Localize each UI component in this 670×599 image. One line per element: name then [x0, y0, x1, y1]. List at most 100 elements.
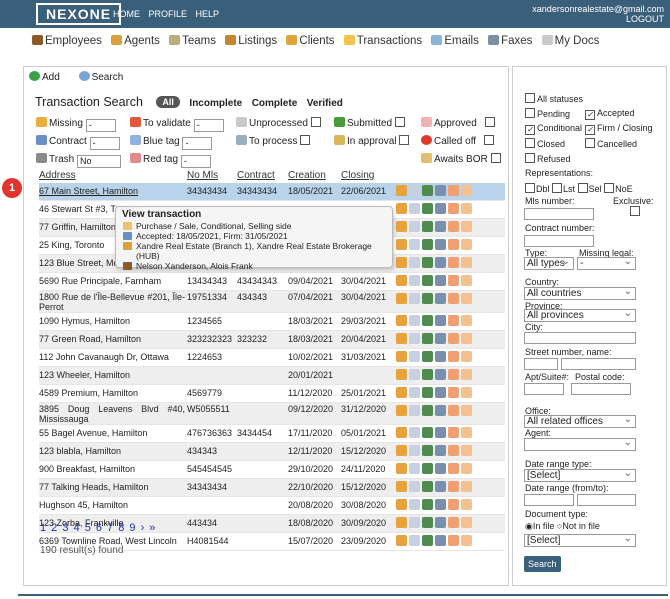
nav-home[interactable]: HOME [113, 9, 140, 19]
approve-icon[interactable] [422, 203, 433, 214]
cell-address[interactable]: 55 Bagel Avenue, Hamilton [39, 425, 185, 442]
status-cancelled[interactable]: Cancelled [585, 138, 637, 149]
approve-icon[interactable] [422, 293, 433, 304]
contract-icon[interactable] [409, 257, 420, 268]
all-statuses-checkbox[interactable] [525, 93, 535, 103]
print-icon[interactable] [435, 203, 446, 214]
table-row[interactable]: 3895 Doug Leavens Blvd #40, Mississauga W… [39, 403, 505, 425]
document-icon[interactable] [396, 481, 407, 492]
alert-icon[interactable] [448, 203, 459, 214]
tag-icon[interactable] [461, 257, 472, 268]
alert-icon[interactable] [448, 535, 459, 546]
document-icon[interactable] [396, 517, 407, 528]
contract-icon[interactable] [409, 405, 420, 416]
approve-icon[interactable] [422, 369, 433, 380]
print-icon[interactable] [435, 257, 446, 268]
sel-checkbox[interactable] [577, 183, 588, 193]
print-icon[interactable] [435, 275, 446, 286]
pagination[interactable]: 1 2 3 4 5 6 7 8 9 › » [40, 522, 156, 534]
document-icon[interactable] [396, 239, 407, 250]
cell-address[interactable]: 123 Wheeler, Hamilton [39, 367, 185, 384]
status-conditional[interactable]: ✓ Conditional [525, 123, 582, 135]
tag-icon[interactable] [461, 517, 472, 528]
alert-icon[interactable] [448, 481, 459, 492]
approve-icon[interactable] [422, 185, 433, 196]
status-firm-closing[interactable]: ✓ Firm / Closing [585, 123, 653, 135]
approve-icon[interactable] [422, 351, 433, 362]
postal-input[interactable] [571, 383, 631, 395]
submitted-checkbox[interactable] [395, 117, 406, 127]
in-file-radio[interactable]: ◉In file [525, 521, 554, 531]
tab-verified[interactable]: Verified [307, 98, 343, 109]
document-icon[interactable] [396, 221, 407, 232]
nav-listings[interactable]: Listings [225, 35, 277, 47]
in-approval-checkbox[interactable] [399, 135, 410, 145]
cell-address[interactable]: 67 Main Street, Hamilton [39, 183, 185, 200]
col-address[interactable]: Address [39, 170, 76, 181]
alert-icon[interactable] [448, 221, 459, 232]
approve-icon[interactable] [422, 445, 433, 456]
print-icon[interactable] [435, 463, 446, 474]
accepted-checkbox[interactable]: ✓ [585, 110, 595, 120]
col-closing[interactable]: Closing [341, 170, 374, 181]
table-row[interactable]: 123 Wheeler, Hamilton 20/01/2021 [39, 367, 505, 385]
rep-sel[interactable]: Sel [577, 183, 602, 194]
print-icon[interactable] [435, 351, 446, 362]
street-name-input[interactable] [561, 358, 636, 370]
contract-icon[interactable] [409, 445, 420, 456]
document-icon[interactable] [396, 351, 407, 362]
table-row[interactable]: 123 blabla, Hamilton 434343 12/11/2020 15/1… [39, 443, 505, 461]
document-icon[interactable] [396, 315, 407, 326]
print-icon[interactable] [435, 481, 446, 492]
city-input[interactable] [524, 332, 636, 344]
document-icon[interactable] [396, 369, 407, 380]
type-select[interactable]: All types [524, 256, 574, 270]
document-icon[interactable] [396, 185, 407, 196]
tag-icon[interactable] [461, 387, 472, 398]
tag-icon[interactable] [461, 535, 472, 546]
cell-address[interactable]: Hughson 45, Hamilton [39, 497, 185, 514]
red-tag-select[interactable]: - [180, 155, 211, 168]
mls-number-input[interactable] [524, 208, 594, 220]
print-icon[interactable] [435, 293, 446, 304]
print-icon[interactable] [435, 405, 446, 416]
status-refused[interactable]: Refused [525, 153, 571, 164]
firm-closing-checkbox[interactable]: ✓ [585, 125, 595, 135]
cell-address[interactable]: 77 Talking Heads, Hamilton [39, 479, 185, 496]
contract-icon[interactable] [409, 369, 420, 380]
add-button[interactable]: Add [29, 71, 68, 83]
print-icon[interactable] [435, 369, 446, 380]
nav-help[interactable]: HELP [196, 9, 220, 19]
nav-employees[interactable]: Employees [32, 35, 102, 47]
blue-tag-select[interactable]: - [182, 137, 213, 150]
print-icon[interactable] [435, 445, 446, 456]
approve-icon[interactable] [422, 463, 433, 474]
approve-icon[interactable] [422, 239, 433, 250]
tag-icon[interactable] [461, 351, 472, 362]
contract-icon[interactable] [409, 427, 420, 438]
table-row[interactable]: 4589 Premium, Hamilton 4569779 11/12/2020 2… [39, 385, 505, 403]
col-mls[interactable]: No Mls [187, 170, 218, 181]
noe-checkbox[interactable] [604, 183, 615, 193]
document-icon[interactable] [396, 405, 407, 416]
alert-icon[interactable] [448, 239, 459, 250]
unprocessed-checkbox[interactable] [310, 117, 321, 127]
tag-icon[interactable] [461, 293, 472, 304]
print-icon[interactable] [435, 333, 446, 344]
document-icon[interactable] [396, 293, 407, 304]
table-row[interactable]: 77 Talking Heads, Hamilton 34343434 22/10/… [39, 479, 505, 497]
print-icon[interactable] [435, 221, 446, 232]
cell-address[interactable]: 77 Green Road, Hamilton [39, 331, 185, 348]
table-row[interactable]: 1800 Rue de l'Île-Bellevue #201, Île-Per… [39, 291, 505, 313]
alert-icon[interactable] [448, 351, 459, 362]
print-icon[interactable] [435, 315, 446, 326]
exclusive-checkbox[interactable] [630, 206, 640, 216]
document-icon[interactable] [396, 445, 407, 456]
nav-teams[interactable]: Teams [169, 35, 216, 47]
alert-icon[interactable] [448, 387, 459, 398]
document-icon[interactable] [396, 499, 407, 510]
print-icon[interactable] [435, 185, 446, 196]
cell-address[interactable]: 4589 Premium, Hamilton [39, 385, 185, 402]
contract-icon[interactable] [409, 333, 420, 344]
print-icon[interactable] [435, 499, 446, 510]
